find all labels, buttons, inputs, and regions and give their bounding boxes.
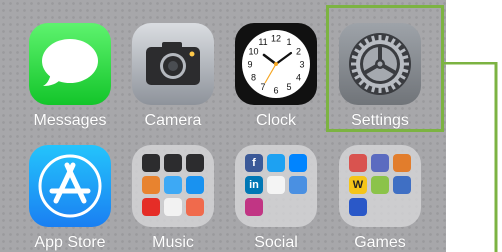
clock-numeral: 6 <box>273 86 278 96</box>
app-label: App Store <box>34 234 106 251</box>
shazam-icon <box>186 176 204 194</box>
facebook-glyph: f <box>252 157 256 169</box>
facebook-icon: f <box>245 154 263 172</box>
social-folder-icon: f in <box>235 145 317 227</box>
star-game-icon <box>349 198 367 216</box>
game-icon <box>371 154 389 172</box>
folder-music[interactable]: Music <box>125 145 221 252</box>
clock-numeral: 7 <box>260 82 265 92</box>
highlight-connector-line <box>444 62 498 252</box>
tidal-icon <box>164 198 182 216</box>
camera-icon <box>132 23 214 105</box>
clock-numeral: 2 <box>296 47 301 57</box>
app-label: Games <box>354 234 406 251</box>
app-messages[interactable]: Messages <box>22 23 118 130</box>
music-app-icon <box>186 154 204 172</box>
app-camera[interactable]: Camera <box>125 23 221 130</box>
twitter-icon <box>267 154 285 172</box>
clock-numeral: 10 <box>248 47 258 57</box>
clock-numeral: 12 <box>271 34 281 44</box>
app-label: Clock <box>255 112 296 129</box>
app-label: Messages <box>33 112 107 129</box>
app-app-store[interactable]: App Store <box>22 145 118 252</box>
clock-numeral: 5 <box>286 82 291 92</box>
clock-numeral: 9 <box>247 60 252 70</box>
app-label: Social <box>254 234 298 251</box>
clock-numeral: 1 <box>286 37 291 47</box>
target-app-icon <box>186 198 204 216</box>
linkedin-glyph: in <box>249 179 259 191</box>
app-store-icon <box>29 145 111 227</box>
folder-social[interactable]: f in Social <box>228 145 324 252</box>
words-game-glyph: W <box>352 179 364 191</box>
music-folder-icon <box>132 145 214 227</box>
clock-numeral: 3 <box>299 60 304 70</box>
messenger-icon <box>289 154 307 172</box>
clock-icon: 12 1 2 3 4 5 6 7 8 9 10 11 <box>235 23 317 105</box>
folder-games[interactable]: W Games <box>332 145 428 252</box>
linkedin-icon: in <box>245 176 263 194</box>
games-folder-icon: W <box>339 145 421 227</box>
clock-numeral: 4 <box>296 73 301 83</box>
instagram-icon <box>245 198 263 216</box>
download-app-icon <box>289 176 307 194</box>
game-icon <box>393 154 411 172</box>
card-game-icon <box>393 176 411 194</box>
messages-icon <box>29 23 111 105</box>
clock-numeral: 11 <box>258 37 267 47</box>
music-app-icon <box>142 154 160 172</box>
list-app-icon <box>164 176 182 194</box>
music-app-icon <box>164 154 182 172</box>
game-icon <box>349 154 367 172</box>
clock-numeral: 8 <box>251 73 256 83</box>
words-game-icon: W <box>349 176 367 194</box>
settings-highlight-box <box>326 5 444 132</box>
app-clock[interactable]: 12 1 2 3 4 5 6 7 8 9 10 11 Clock <box>228 23 324 130</box>
flower-game-icon <box>371 176 389 194</box>
burger-app-icon <box>142 176 160 194</box>
delta-app-icon <box>267 176 285 194</box>
app-label: Camera <box>144 112 202 129</box>
app-label: Music <box>152 234 194 251</box>
youtube-icon <box>142 198 160 216</box>
